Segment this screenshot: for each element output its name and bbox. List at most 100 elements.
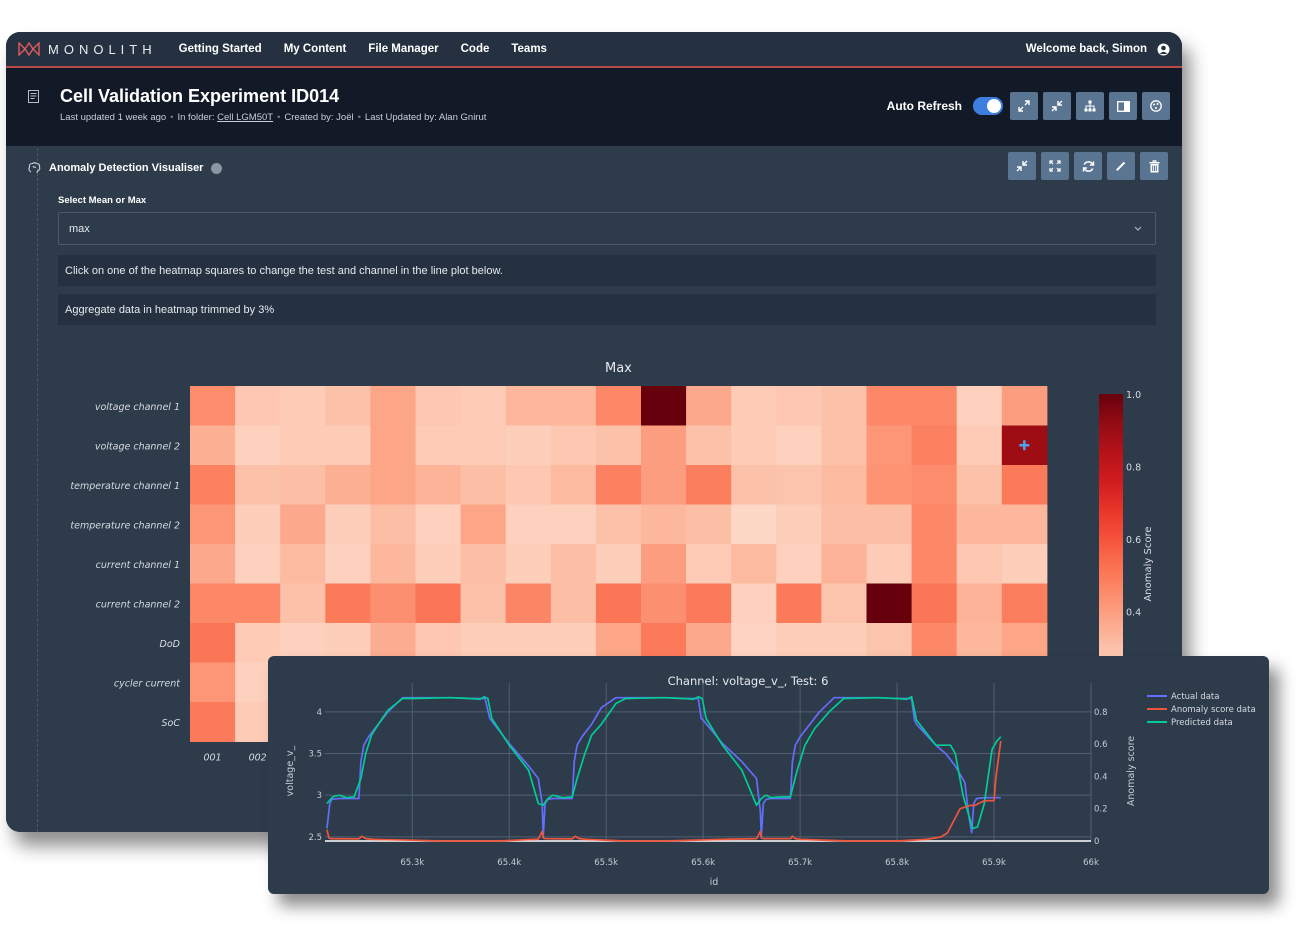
heatmap-cell — [325, 583, 371, 624]
expand-button[interactable] — [1010, 92, 1038, 120]
mean-max-select[interactable]: max — [58, 212, 1156, 245]
heatmap-row-label: current channel 1 — [96, 560, 180, 571]
heatmap-cell — [325, 544, 371, 584]
info-icon[interactable] — [211, 162, 223, 174]
heatmap-row-label: DoD — [160, 639, 180, 650]
line-chart-title: Channel: voltage_v_, Test: 6 — [668, 674, 829, 688]
heatmap-cell — [550, 386, 597, 426]
heatmap-cell — [190, 623, 236, 663]
heatmap-cell — [505, 583, 552, 624]
welcome-text: Welcome back, Simon — [1025, 43, 1147, 55]
panel-fullscreen-button[interactable] — [1041, 152, 1069, 180]
heatmap-cell — [190, 425, 236, 466]
x-tick-label: 65.5k — [594, 858, 618, 868]
logo[interactable]: MONOLITH — [18, 42, 157, 57]
auto-refresh-toggle[interactable] — [973, 97, 1003, 115]
colorbar-title: Anomaly Score — [1143, 526, 1154, 601]
heatmap-cell — [415, 425, 462, 466]
heatmap-cell — [776, 425, 822, 466]
panel-icon — [1116, 100, 1130, 112]
heatmap-row-label: current channel 2 — [96, 599, 180, 610]
series-line-anomaly-score-data — [326, 740, 1002, 842]
y2-tick-label: 0.4 — [1094, 772, 1108, 782]
panel-refresh-button[interactable] — [1074, 152, 1102, 180]
colorbar-tick: 0.4 — [1126, 608, 1141, 619]
top-nav: MONOLITH Getting Started My Content File… — [6, 32, 1182, 68]
heatmap-cell — [641, 386, 687, 426]
heatmap-cell — [370, 386, 416, 426]
heatmap-cell — [866, 465, 913, 505]
heatmap-cell — [686, 544, 732, 584]
heatmap-row-label: temperature channel 2 — [70, 520, 180, 531]
heatmap-cell — [595, 544, 642, 584]
fullscreen-icon — [1049, 160, 1061, 172]
heatmap-cell — [190, 504, 236, 545]
heatmap-cell — [460, 425, 507, 466]
line-chart-svg: Channel: voltage_v_, Test: 6 2.5 3 3.5 4 65.3… — [285, 674, 1256, 888]
heatmap-cell — [595, 465, 642, 505]
header-actions: Auto Refresh — [887, 92, 1170, 120]
heatmap-cell — [460, 504, 507, 545]
heatmap-cell — [911, 425, 958, 466]
y-tick-label: 4 — [317, 708, 322, 718]
colorbar-tick: 0.8 — [1126, 463, 1141, 474]
palette-button[interactable] — [1142, 92, 1170, 120]
folder-link[interactable]: Cell LGM50T — [217, 112, 273, 123]
heatmap-row-label: temperature channel 1 — [70, 481, 180, 492]
heatmap-cell — [370, 425, 416, 466]
heatmap-cell — [280, 504, 326, 545]
heatmap-cell — [325, 425, 371, 466]
last-updated: Last updated 1 week ago — [60, 112, 167, 123]
y-tick-label: 3 — [317, 791, 322, 801]
heatmap-cell — [731, 425, 777, 466]
panel-collapse-button[interactable] — [1008, 152, 1036, 180]
heatmap-cell — [821, 583, 867, 624]
heatmap-cell — [235, 425, 281, 466]
y-tick-label: 2.5 — [308, 833, 322, 843]
heatmap-cell — [776, 504, 822, 545]
line-chart-panel: Channel: voltage_v_, Test: 6 2.5 3 3.5 4 65.3… — [268, 656, 1269, 894]
x-tick-label: 65.9k — [982, 858, 1006, 868]
heatmap-title: Max — [605, 361, 632, 376]
heatmap-cell — [866, 504, 913, 545]
heatmap-cell — [911, 465, 958, 505]
heatmap-col-label: 001 — [203, 753, 221, 764]
heatmap-cell — [190, 465, 236, 505]
colorbar-tick: 1.0 — [1126, 390, 1141, 401]
panel-button[interactable] — [1109, 92, 1137, 120]
nav-teams[interactable]: Teams — [511, 43, 547, 55]
panel-delete-button[interactable] — [1140, 152, 1168, 180]
user-menu[interactable]: Welcome back, Simon — [1026, 43, 1170, 56]
collapse-icon — [1016, 160, 1028, 172]
heatmap-cell — [370, 583, 416, 624]
auto-refresh-label: Auto Refresh — [886, 99, 962, 113]
panel-title: Anomaly Detection Visualiser — [49, 162, 204, 174]
heatmap-cell — [505, 504, 552, 545]
heatmap-row-label: cycler current — [114, 678, 181, 689]
nav-code[interactable]: Code — [461, 43, 490, 55]
heatmap-cell — [1001, 465, 1048, 505]
heatmap-cell — [235, 386, 281, 426]
legend-label: Anomaly score data — [1171, 705, 1256, 715]
expand-icon — [1018, 100, 1030, 112]
panel-edit-button[interactable] — [1107, 152, 1135, 180]
heatmap-cell — [866, 425, 913, 466]
hierarchy-button[interactable] — [1076, 92, 1104, 120]
heatmap-cell — [190, 662, 236, 703]
heatmap-cell — [956, 386, 1003, 426]
heatmap-cell — [866, 583, 913, 624]
brain-icon — [28, 162, 41, 174]
nav-my-content[interactable]: My Content — [284, 43, 347, 55]
heatmap-cell — [956, 544, 1003, 584]
heatmap-cell — [415, 386, 462, 426]
heatmap-cell — [460, 386, 507, 426]
heatmap-cell — [280, 465, 326, 505]
heatmap-cell — [731, 544, 777, 584]
heatmap-cell — [190, 544, 236, 584]
nav-file-manager[interactable]: File Manager — [368, 43, 438, 55]
nav-getting-started[interactable]: Getting Started — [179, 43, 262, 55]
heatmap-cell — [550, 583, 597, 624]
collapse-button[interactable] — [1043, 92, 1071, 120]
heatmap-cell — [686, 465, 732, 505]
x-tick-label: 65.4k — [497, 858, 521, 868]
